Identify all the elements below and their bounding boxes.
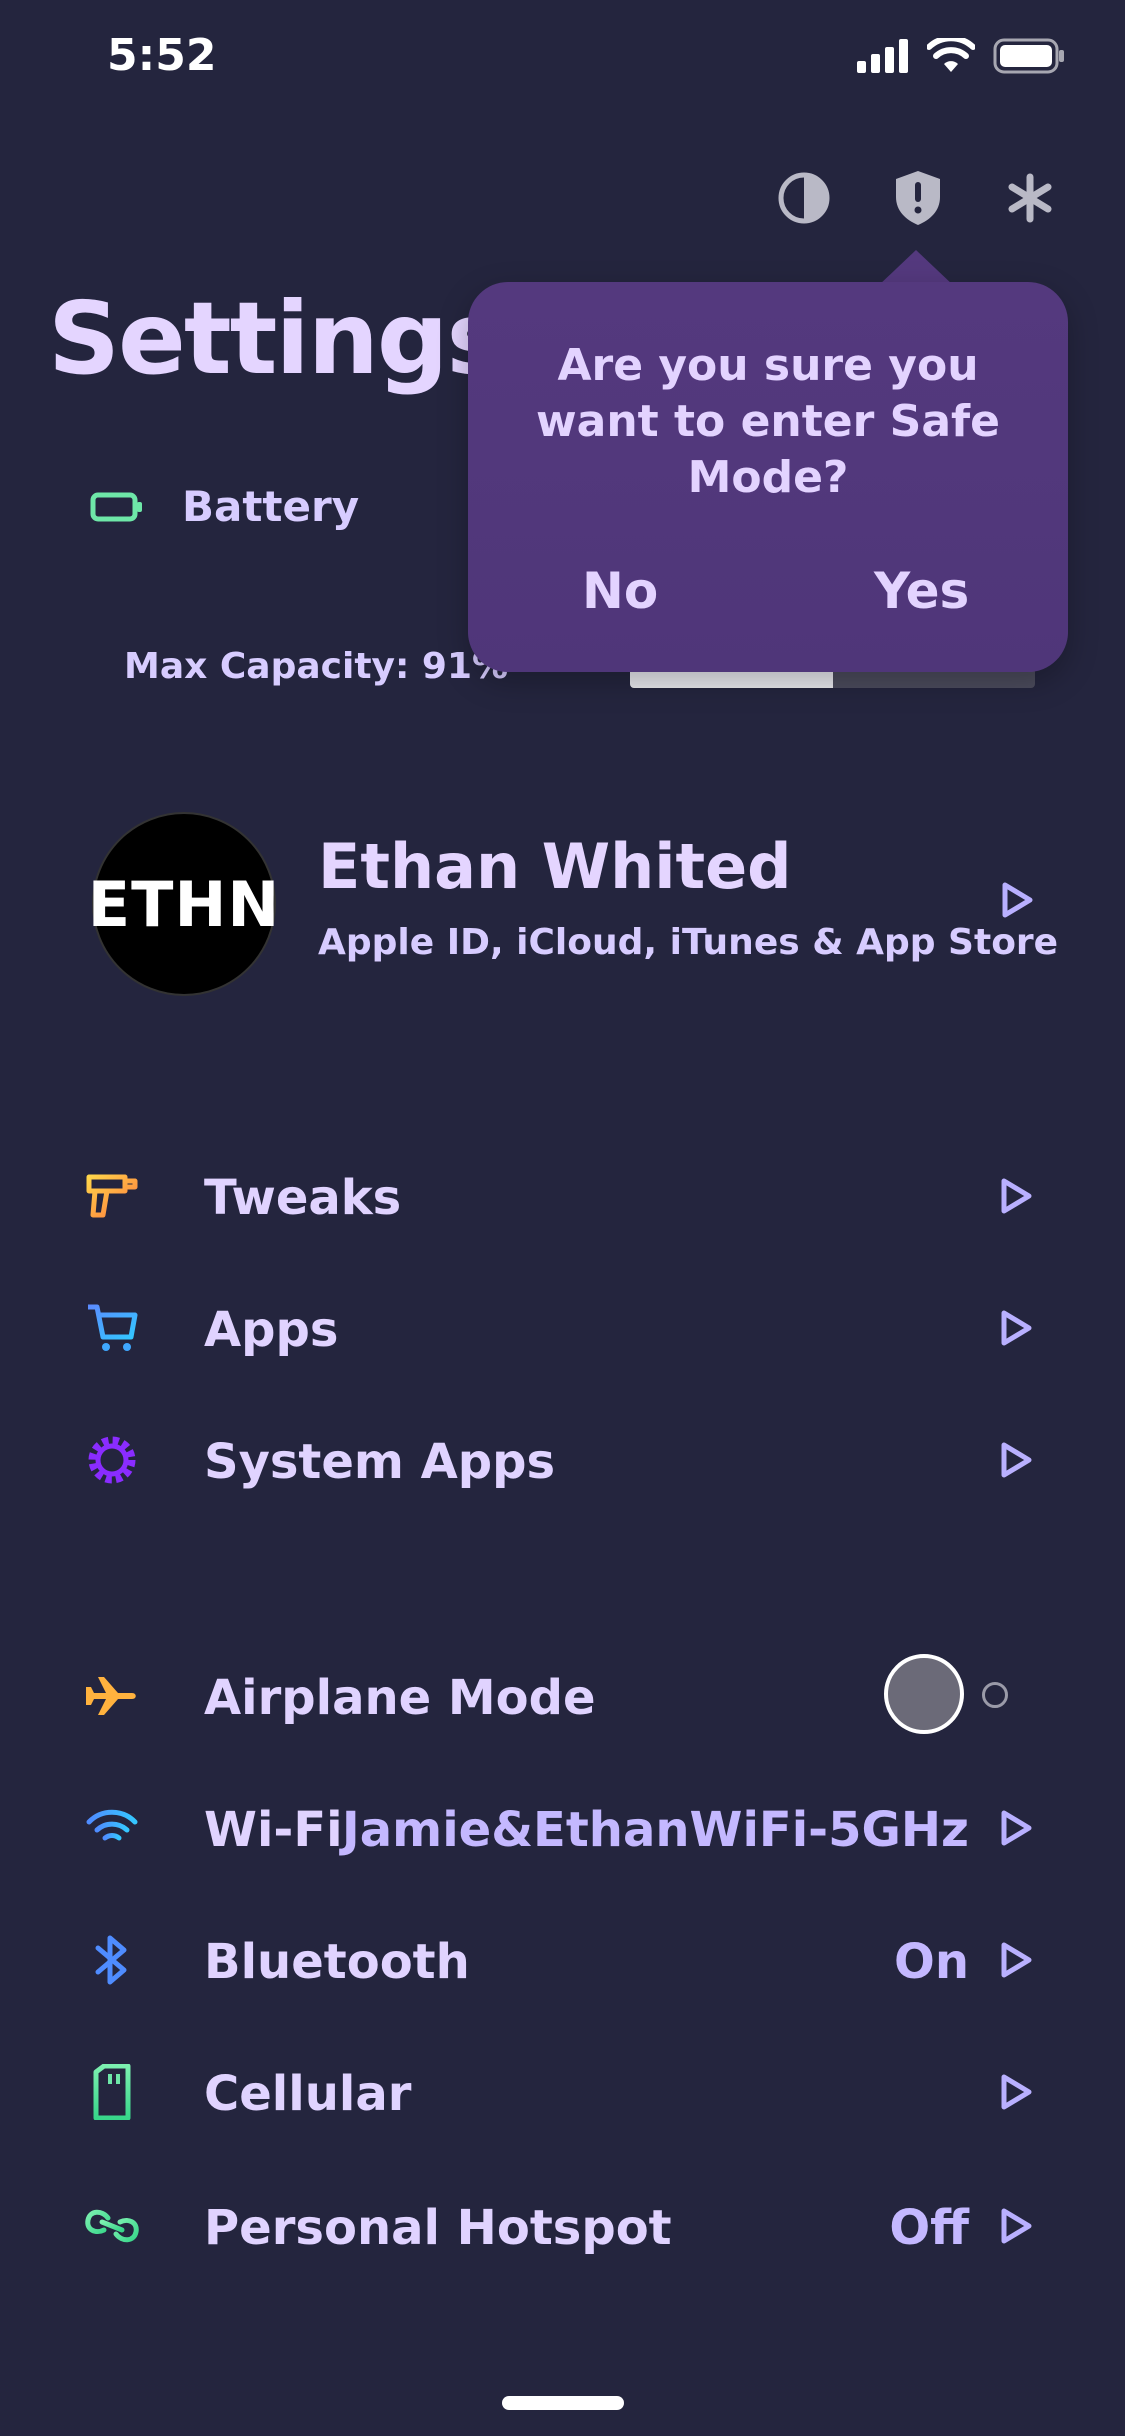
cellular-label: Cellular (204, 2066, 412, 2122)
contrast-button[interactable] (774, 168, 834, 228)
wifi-icon (84, 1800, 140, 1856)
airplane-mode-label: Airplane Mode (204, 1670, 596, 1726)
list-item-wifi[interactable]: Wi-Fi Jamie&EthanWiFi-5GHz (0, 1778, 1125, 1878)
chevron-right-icon (1001, 1310, 1032, 1346)
status-icons (857, 38, 1065, 74)
chevron-right-icon (1001, 2208, 1032, 2244)
airplane-icon (84, 1668, 140, 1724)
list-item-bluetooth[interactable]: Bluetooth On (0, 1910, 1125, 2010)
wifi-status-icon (927, 38, 975, 72)
asterisk-button[interactable] (1000, 168, 1060, 228)
safe-mode-popover: Are you sure you want to enter Safe Mode… (468, 282, 1068, 672)
personal-hotspot-value: Off (889, 2200, 969, 2256)
safe-mode-question: Are you sure you want to enter Safe Mode… (535, 340, 1001, 503)
home-indicator[interactable] (502, 2396, 624, 2410)
list-item-system-apps[interactable]: System Apps (0, 1410, 1125, 1510)
battery-icon (90, 492, 142, 521)
chevron-right-icon (1001, 1942, 1032, 1978)
chevron-right-icon (1001, 1178, 1032, 1214)
cart-icon (84, 1300, 140, 1356)
chevron-right-icon (1001, 1810, 1032, 1846)
list-item-tweaks[interactable]: Tweaks (0, 1146, 1125, 1246)
safe-mode-button[interactable] (888, 168, 948, 228)
battery-label: Battery (182, 482, 360, 531)
status-time: 5:52 (107, 30, 217, 81)
popover-arrow (878, 250, 954, 286)
wifi-label: Wi-Fi (204, 1802, 343, 1858)
list-item-airplane-mode: Airplane Mode (0, 1646, 1125, 1746)
bluetooth-icon (84, 1932, 140, 1988)
toggle-off-indicator (982, 1682, 1008, 1708)
hotspot-icon (84, 2198, 140, 2254)
wifi-network-value: Jamie&EthanWiFi-5GHz (341, 1802, 969, 1858)
avatar[interactable]: ETHN (88, 812, 279, 996)
gear-icon (84, 1432, 140, 1488)
sim-card-icon (84, 2064, 140, 2120)
battery-status-icon (993, 38, 1064, 74)
battery-row[interactable]: Battery (90, 482, 359, 531)
drill-icon (84, 1168, 140, 1224)
bluetooth-label: Bluetooth (204, 1934, 470, 1990)
asterisk-icon (1008, 173, 1052, 223)
max-capacity-text: Max Capacity: 91% (124, 646, 509, 687)
chevron-right-icon (1001, 1442, 1032, 1478)
apps-label: Apps (204, 1302, 339, 1358)
system-apps-label: System Apps (204, 1434, 556, 1490)
profile-name[interactable]: Ethan Whited (318, 830, 792, 903)
cellular-signal-icon (857, 39, 908, 73)
tweaks-label: Tweaks (204, 1170, 402, 1226)
personal-hotspot-label: Personal Hotspot (204, 2200, 672, 2256)
list-item-cellular[interactable]: Cellular (0, 2042, 1125, 2142)
chevron-right-icon (1001, 2074, 1032, 2110)
airplane-mode-toggle[interactable] (884, 1654, 964, 1734)
chevron-right-icon[interactable] (996, 880, 1036, 920)
shield-exclamation-icon (896, 171, 940, 225)
yes-button[interactable]: Yes (874, 562, 969, 620)
contrast-icon (778, 172, 830, 224)
page-title: Settings (48, 280, 506, 397)
list-item-apps[interactable]: Apps (0, 1278, 1125, 1378)
bluetooth-value: On (894, 1934, 969, 1990)
list-item-personal-hotspot[interactable]: Personal Hotspot Off (0, 2176, 1125, 2276)
no-button[interactable]: No (582, 562, 658, 620)
avatar-logo-text: ETHN (87, 867, 281, 941)
profile-subtitle: Apple ID, iCloud, iTunes & App Store (318, 922, 1059, 963)
